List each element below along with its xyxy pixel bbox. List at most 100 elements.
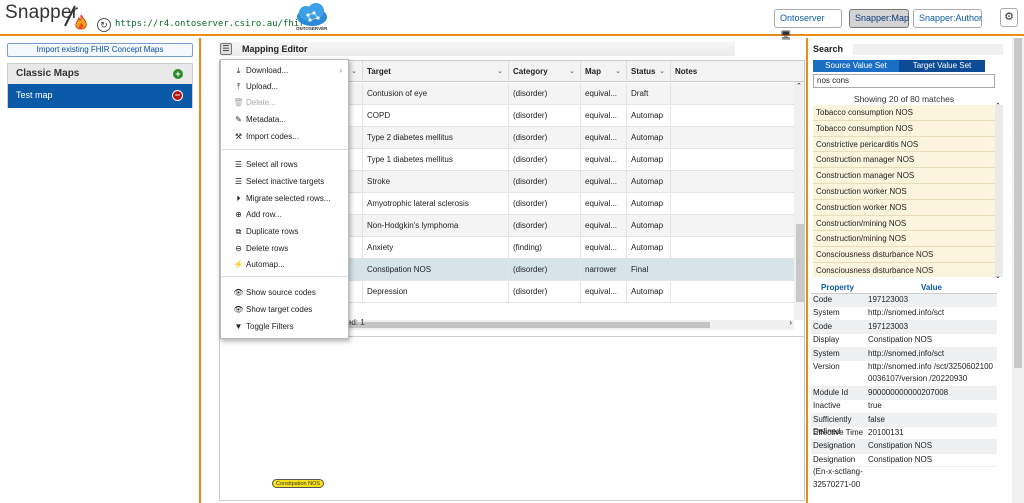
tab-target-value-set[interactable]: Target Value Set <box>899 60 985 72</box>
menu-item-delete-rows[interactable]: ⊖ Delete rows <box>221 241 348 257</box>
scroll-up-icon[interactable]: ⌃ <box>796 82 802 90</box>
cell-target[interactable]: Depression <box>362 281 508 303</box>
col-header-status[interactable]: Status ⌄ <box>626 61 670 82</box>
cell-category[interactable]: (disorder) <box>508 259 580 281</box>
search-result-item[interactable]: Consciousness disturbance NOS <box>813 262 995 277</box>
col-header-target[interactable]: Target ⌄ <box>362 61 508 82</box>
menu-item-duplicate-rows[interactable]: ⧉ Duplicate rows <box>221 224 348 240</box>
menu-item-add-row[interactable]: ⊕ Add row... <box>221 207 348 223</box>
delete-map-minus-icon[interactable]: − <box>172 90 183 101</box>
search-result-item[interactable]: Tobacco consumption NOS <box>813 105 995 121</box>
menu-item-download[interactable]: ⤓ Download... › <box>221 63 348 79</box>
cell-status[interactable]: Automap <box>626 215 670 237</box>
map-item-test-map[interactable]: Test map − <box>8 84 192 108</box>
snapper-map-button[interactable]: Snapper:Map <box>849 9 909 28</box>
cell-notes[interactable] <box>670 171 794 193</box>
ontoserver-button[interactable]: Ontoserver 🖥 <box>774 9 842 40</box>
scroll-down-icon[interactable]: ⌄ <box>995 272 1001 280</box>
menu-item-automap[interactable]: ⚡ Automap... <box>221 257 348 273</box>
cell-status[interactable]: Automap <box>626 127 670 149</box>
cell-status[interactable]: Automap <box>626 237 670 259</box>
search-result-item[interactable]: Constrictive pericarditis NOS <box>813 136 995 153</box>
cell-status[interactable]: Draft <box>626 83 670 105</box>
cell-map[interactable]: equival... <box>580 127 626 149</box>
cell-notes[interactable] <box>670 149 794 171</box>
col-header-category[interactable]: Category ⌄ <box>508 61 580 82</box>
cell-map[interactable]: equival... <box>580 193 626 215</box>
search-result-item[interactable]: Construction manager NOS <box>813 168 995 184</box>
cell-status[interactable]: Automap <box>626 193 670 215</box>
cell-target[interactable]: Type 2 diabetes mellitus <box>362 127 508 149</box>
menu-item-show-target-codes[interactable]: 👁 Show target codes <box>221 302 348 318</box>
menu-item-select-all-rows[interactable]: ☰ Select all rows <box>221 157 348 173</box>
settings-gear-icon[interactable]: ⚙ <box>1000 8 1018 27</box>
add-map-plus-icon[interactable]: + <box>173 69 183 79</box>
cell-notes[interactable] <box>670 105 794 127</box>
cell-notes[interactable] <box>670 215 794 237</box>
cell-category[interactable]: (finding) <box>508 237 580 259</box>
cell-category[interactable]: (disorder) <box>508 215 580 237</box>
menu-item-import-codes[interactable]: ⚒ Import codes... <box>221 129 348 145</box>
cell-target[interactable]: Amyotrophic lateral sclerosis <box>362 193 508 215</box>
cell-map[interactable]: equival... <box>580 215 626 237</box>
hamburger-menu-icon[interactable]: ☰ <box>220 43 232 55</box>
menu-item-metadata[interactable]: ✎ Metadata... <box>221 112 348 128</box>
cell-map[interactable]: equival... <box>580 83 626 105</box>
search-input[interactable]: nos cons <box>813 74 995 88</box>
grid-vertical-scrollbar[interactable]: ⌃ <box>794 82 804 320</box>
cell-category[interactable]: (disorder) <box>508 127 580 149</box>
refresh-icon[interactable]: ↻ <box>97 18 111 32</box>
results-scrollbar[interactable]: ⌃ ⌄ <box>995 102 1003 280</box>
cell-target[interactable]: COPD <box>362 105 508 127</box>
menu-item-toggle-filters[interactable]: ▼ Toggle Filters <box>221 319 348 335</box>
cell-status[interactable]: Automap <box>626 281 670 303</box>
menu-item-select-inactive-targets[interactable]: ☰ Select inactive targets <box>221 174 348 190</box>
cell-notes[interactable] <box>670 83 794 105</box>
cell-notes[interactable] <box>670 193 794 215</box>
concept-tag[interactable]: Constipation NOS <box>272 479 325 488</box>
cell-notes[interactable] <box>670 259 794 281</box>
menu-item-upload[interactable]: ⤒ Upload... <box>221 79 348 95</box>
cell-status[interactable]: Automap <box>626 149 670 171</box>
cell-map[interactable]: narrower <box>580 259 626 281</box>
cell-category[interactable]: (disorder) <box>508 281 580 303</box>
search-result-item[interactable]: Construction worker NOS <box>813 183 995 200</box>
cell-notes[interactable] <box>670 237 794 259</box>
cell-target[interactable]: Constipation NOS <box>362 259 508 281</box>
cell-map[interactable]: equival... <box>580 281 626 303</box>
cell-target[interactable]: Contusion of eye <box>362 83 508 105</box>
scroll-up-icon[interactable]: ⌃ <box>995 102 1001 110</box>
tab-source-value-set[interactable]: Source Value Set <box>813 60 899 72</box>
cell-status[interactable]: Automap <box>626 105 670 127</box>
col-header-map[interactable]: Map ⌄ <box>580 61 626 82</box>
menu-item-migrate-selected-rows[interactable]: ⏵ Migrate selected rows... <box>221 191 348 207</box>
scrollbar-thumb[interactable] <box>1014 38 1022 368</box>
cell-category[interactable]: (disorder) <box>508 105 580 127</box>
cell-map[interactable]: equival... <box>580 171 626 193</box>
search-result-item[interactable]: Construction/mining NOS <box>813 215 995 232</box>
cell-category[interactable]: (disorder) <box>508 171 580 193</box>
cell-category[interactable]: (disorder) <box>508 83 580 105</box>
cell-map[interactable]: equival... <box>580 237 626 259</box>
cell-map[interactable]: equival... <box>580 105 626 127</box>
cell-category[interactable]: (disorder) <box>508 149 580 171</box>
cell-target[interactable]: Anxiety <box>362 237 508 259</box>
snapper-author-button[interactable]: Snapper:Author <box>913 9 982 28</box>
cell-notes[interactable] <box>670 127 794 149</box>
scrollbar-thumb[interactable] <box>796 224 804 302</box>
cell-status[interactable]: Automap <box>626 171 670 193</box>
cell-notes[interactable] <box>670 281 794 303</box>
cell-target[interactable]: Type 1 diabetes mellitus <box>362 149 508 171</box>
cell-target[interactable]: Stroke <box>362 171 508 193</box>
page-scrollbar[interactable] <box>1012 38 1024 503</box>
import-concept-maps-button[interactable]: Import existing FHIR Concept Maps <box>7 43 193 57</box>
search-result-item[interactable]: Construction manager NOS <box>813 152 995 169</box>
cell-status[interactable]: Final <box>626 259 670 281</box>
menu-item-show-source-codes[interactable]: 👁 Show source codes <box>221 285 348 301</box>
search-result-item[interactable]: Tobacco consumption NOS <box>813 120 995 137</box>
search-result-item[interactable]: Consciousness disturbance NOS <box>813 247 995 263</box>
cell-category[interactable]: (disorder) <box>508 193 580 215</box>
search-result-item[interactable]: Construction worker NOS <box>813 199 995 216</box>
scroll-right-icon[interactable]: › <box>789 318 792 327</box>
cell-map[interactable]: equival... <box>580 149 626 171</box>
